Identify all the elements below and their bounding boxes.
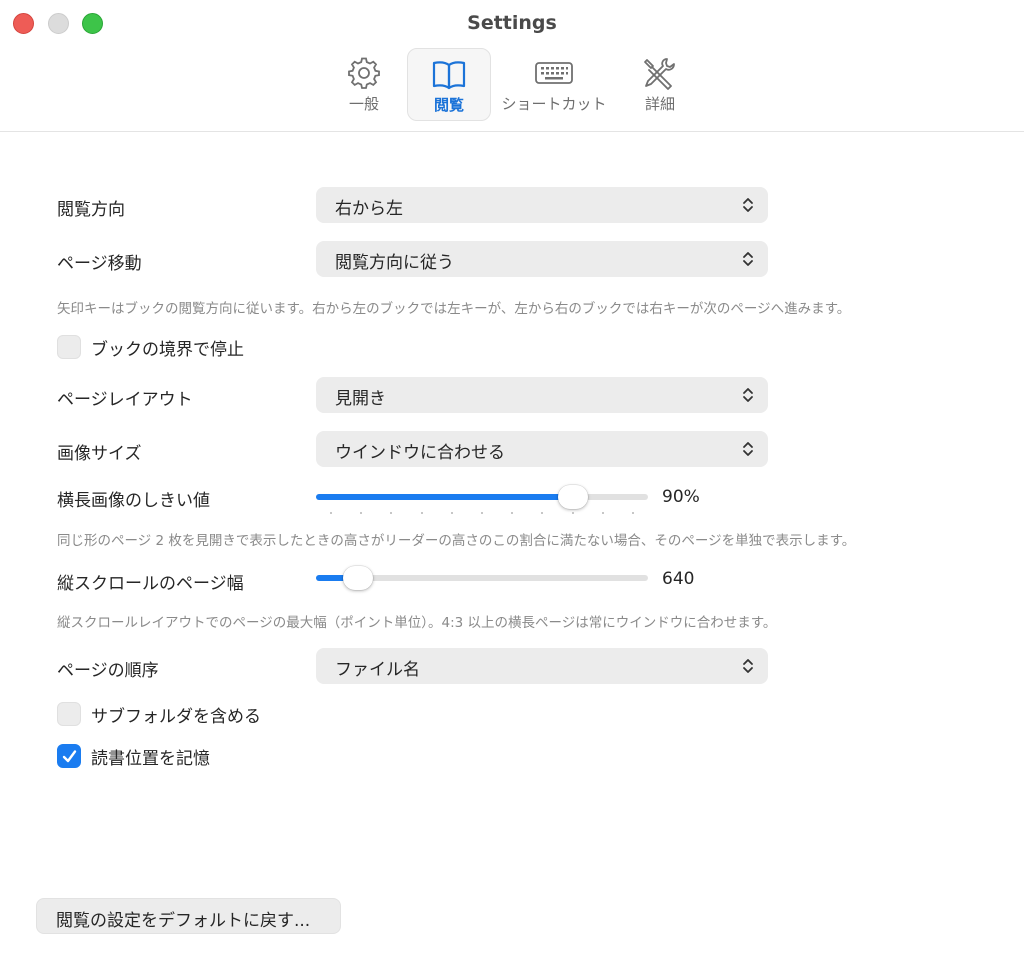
slider-tick <box>571 512 574 514</box>
reset-reading-settings-button[interactable]: 閲覧の設定をデフォルトに戻す... <box>36 898 341 934</box>
page-navigation-label: ページ移動 <box>57 254 142 274</box>
landscape-threshold-slider[interactable] <box>316 485 648 514</box>
checkmark-icon <box>62 750 77 763</box>
title-bar: Settings 一般 閲覧 ショートカット 詳細 <box>0 0 1024 132</box>
slider-knob[interactable] <box>343 566 373 590</box>
reading-direction-value: 右から左 <box>335 199 403 219</box>
page-layout-value: 見開き <box>335 389 386 409</box>
slider-tick <box>511 512 514 514</box>
page-order-label: ページの順序 <box>57 661 159 681</box>
book-icon <box>432 61 466 90</box>
reset-button-label: 閲覧の設定をデフォルトに戻す... <box>56 911 311 931</box>
slider-tick <box>450 512 453 514</box>
tab-shortcuts-label: ショートカット <box>501 95 607 113</box>
remember-position-checkbox-row[interactable]: 読書位置を記憶 <box>57 744 277 769</box>
slider-tick <box>360 512 363 514</box>
page-navigation-value: 閲覧方向に従う <box>335 253 454 273</box>
window-title: Settings <box>467 12 557 34</box>
chevron-up-down-icon <box>743 442 753 456</box>
chevron-up-down-icon <box>743 388 753 402</box>
page-order-value: ファイル名 <box>335 660 420 680</box>
tab-reading-label: 閲覧 <box>433 96 464 114</box>
tools-icon <box>644 58 675 90</box>
remember-position-label: 読書位置を記憶 <box>91 749 210 769</box>
slider-tick <box>390 512 393 514</box>
slider-tick <box>541 512 544 514</box>
page-navigation-popup[interactable]: 閲覧方向に従う <box>316 241 768 277</box>
tab-shortcuts[interactable]: ショートカット <box>498 48 610 121</box>
landscape-threshold-label: 横長画像のしきい値 <box>57 491 210 511</box>
slider-knob[interactable] <box>557 485 588 509</box>
stop-at-boundary-checkbox-row[interactable]: ブックの境界で停止 <box>57 335 317 360</box>
vertical-scroll-width-label: 縦スクロールのページ幅 <box>57 574 244 594</box>
tab-advanced-label: 詳細 <box>644 95 675 113</box>
tab-reading[interactable]: 閲覧 <box>407 48 491 121</box>
slider-tick <box>481 512 483 514</box>
chevron-up-down-icon <box>743 198 753 212</box>
stop-at-boundary-label: ブックの境界で停止 <box>91 340 244 360</box>
image-size-popup[interactable]: ウインドウに合わせる <box>316 431 768 467</box>
slider-fill <box>316 494 573 500</box>
stop-at-boundary-checkbox[interactable] <box>57 335 81 359</box>
vertical-scroll-width-value: 640 <box>662 569 695 589</box>
tab-general-label: 一般 <box>348 95 379 113</box>
remember-position-checkbox[interactable] <box>57 744 81 768</box>
page-layout-label: ページレイアウト <box>57 390 193 410</box>
slider-tick <box>330 512 332 514</box>
landscape-threshold-hint: 同じ形のページ 2 枚を見開きで表示したときの高さがリーダーの高さのこの割合に満… <box>57 533 856 549</box>
page-navigation-hint: 矢印キーはブックの閲覧方向に従います。右から左のブックでは左キーが、左から右のブ… <box>57 301 851 317</box>
gear-icon <box>348 57 380 89</box>
tab-general[interactable]: 一般 <box>330 48 398 121</box>
page-order-popup[interactable]: ファイル名 <box>316 648 768 684</box>
chevron-up-down-icon <box>743 252 753 266</box>
slider-tick <box>632 512 634 514</box>
vertical-scroll-width-hint: 縦スクロールレイアウトでのページの最大幅（ポイント単位）。4:3 以上の横長ペー… <box>57 615 777 631</box>
keyboard-icon <box>535 62 573 84</box>
slider-fill <box>316 575 346 581</box>
reading-direction-label: 閲覧方向 <box>57 200 125 220</box>
slider-tick <box>601 512 604 514</box>
vertical-scroll-width-slider[interactable] <box>316 566 648 590</box>
tab-advanced[interactable]: 詳細 <box>628 48 692 121</box>
reading-direction-popup[interactable]: 右から左 <box>316 187 768 223</box>
image-size-value: ウインドウに合わせる <box>335 443 505 463</box>
include-subfolders-checkbox[interactable] <box>57 702 81 726</box>
image-size-label: 画像サイズ <box>57 444 142 464</box>
settings-toolbar: 一般 閲覧 ショートカット 詳細 <box>0 48 1024 122</box>
landscape-threshold-value: 90% <box>662 487 700 507</box>
settings-window: Settings 一般 閲覧 ショートカット 詳細 閲覧方向 右から左 ページ移… <box>0 0 1024 976</box>
page-layout-popup[interactable]: 見開き <box>316 377 768 413</box>
include-subfolders-checkbox-row[interactable]: サブフォルダを含める <box>57 702 317 727</box>
include-subfolders-label: サブフォルダを含める <box>91 707 261 727</box>
slider-tick <box>420 512 423 514</box>
chevron-up-down-icon <box>743 659 753 673</box>
reading-settings-panel: 閲覧方向 右から左 ページ移動 閲覧方向に従う 矢印キーはブックの閲覧方向に従い… <box>0 133 1024 976</box>
